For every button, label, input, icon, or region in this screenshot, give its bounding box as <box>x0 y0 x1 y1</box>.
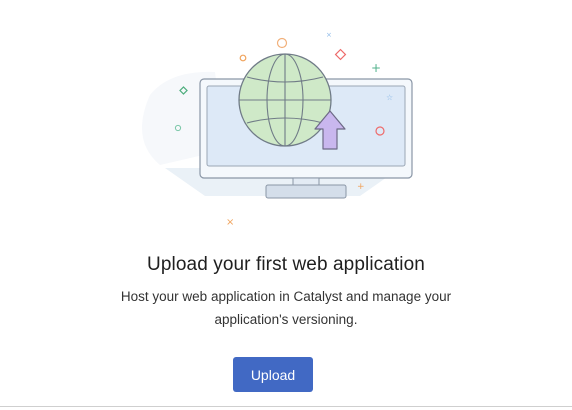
monitor-stand <box>265 184 347 199</box>
svg-text:☆: ☆ <box>386 93 393 102</box>
page-description: Host your web application in Catalyst an… <box>86 285 486 331</box>
upload-button[interactable]: Upload <box>233 357 313 392</box>
svg-text:+: + <box>371 61 381 75</box>
upload-illustration-icon: × + ☆ + × <box>142 31 413 228</box>
svg-text:×: × <box>326 31 332 39</box>
svg-text:×: × <box>226 217 234 228</box>
svg-text:+: + <box>357 182 365 192</box>
divider <box>0 406 572 407</box>
description-line-1: Host your web application in Catalyst an… <box>120 289 452 304</box>
globe-icon <box>238 53 332 147</box>
description-line-2: application's versioning. <box>214 312 358 327</box>
empty-state-page: × + ☆ + × Upload your first web applicat… <box>0 0 572 410</box>
page-title: Upload your first web application <box>147 254 425 275</box>
